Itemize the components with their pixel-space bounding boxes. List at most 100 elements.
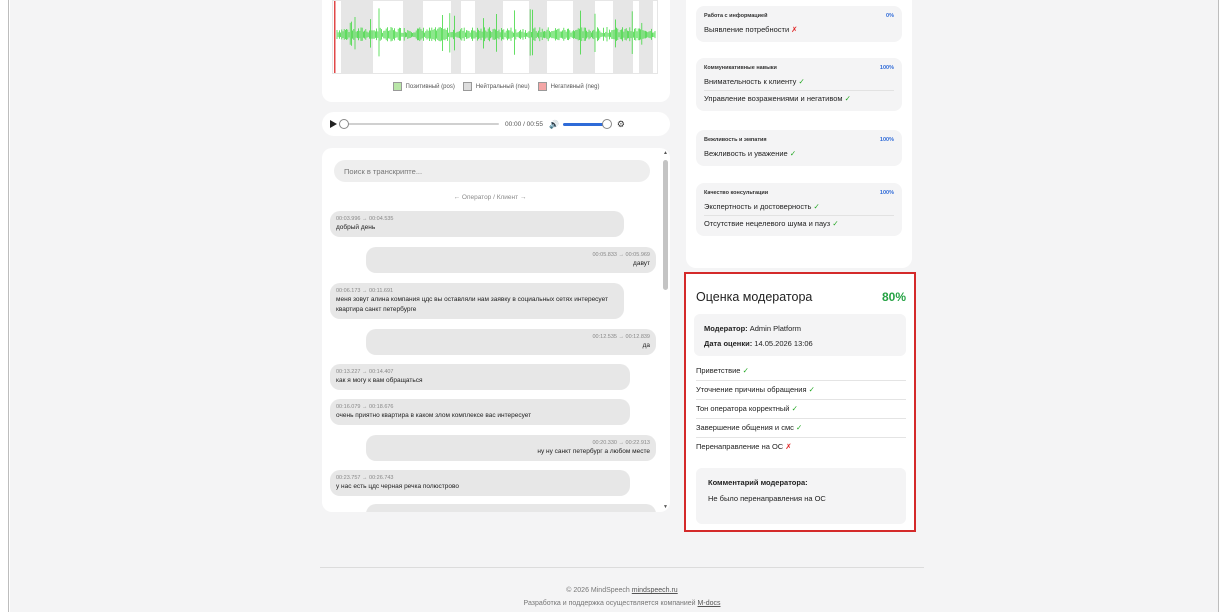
- seek-handle[interactable]: [339, 119, 349, 129]
- message-text: очень приятно квартира в каком злом комп…: [336, 412, 532, 419]
- scroll-thumb[interactable]: [663, 160, 668, 290]
- message-bubble: 00:16.079 → 00:18.676 очень приятно квар…: [330, 399, 630, 425]
- criteria-item: Управление возражениями и негативом ✓: [704, 90, 894, 107]
- moderator-checklist: Приветствие ✓ Уточнение причины обращени…: [696, 362, 906, 456]
- positive-swatch: [392, 82, 402, 91]
- message-bubble: 00:13.227 → 00:14.407 как я могу к вам о…: [330, 364, 630, 390]
- check-icon: ✓: [808, 385, 815, 394]
- footer: © 2026 MindSpeech mindspeech.ru Разработ…: [320, 584, 924, 610]
- check-icon: ✓: [832, 219, 839, 228]
- message-bubble: 00:20.330 → 00:22.913 ну ну санкт петерб…: [366, 435, 656, 461]
- moderator-comment: Комментарий модератора: Не было перенапр…: [696, 468, 906, 524]
- message-time: 00:03.996 → 00:04.535: [336, 216, 394, 222]
- criteria-panel: Работа с информацией 0% Выявление потреб…: [686, 0, 912, 268]
- seek-bar[interactable]: [339, 119, 499, 129]
- check-icon: ✓: [844, 94, 851, 103]
- volume-icon[interactable]: 🔊: [549, 120, 559, 129]
- comment-label: Комментарий модератора:: [708, 478, 808, 487]
- legend-positive-label: Позитивный (pos): [405, 83, 455, 90]
- criteria-item-label: Отсутствие нецелевого шума и пауз: [704, 219, 831, 228]
- criteria-group: Коммуникативные навыки 100% Внимательнос…: [696, 58, 902, 111]
- legend-neutral-label: Нейтральный (neu): [475, 83, 530, 90]
- direction-hint: ← Оператор / Клиент →: [453, 194, 527, 201]
- gear-icon[interactable]: ⚙: [617, 119, 625, 130]
- volume-slider[interactable]: [562, 118, 612, 129]
- moderator-evaluation-card: Оценка модератора 80% Модератор: Admin P…: [684, 272, 916, 532]
- criteria-group: Качество консультации 100% Экспертность …: [696, 183, 902, 236]
- message-time: 00:06.173 → 00:11.691: [336, 288, 394, 294]
- footer-copyright: © 2026 MindSpeech mindspeech.ru: [320, 584, 924, 597]
- criteria-item: Вежливость и уважение ✓: [704, 146, 894, 162]
- waveform-card: Позитивный (pos) Нейтральный (neu) Негат…: [322, 0, 670, 102]
- moderator-title: Оценка модератора: [696, 290, 813, 304]
- scroll-down-icon[interactable]: ▼: [663, 504, 668, 510]
- message-time: 00:05.833 → 00:05.969: [592, 252, 651, 258]
- transcript-panel: ← Оператор / Клиент → 00:03.996 → 00:04.…: [322, 148, 670, 512]
- legend-negative: Негативный (neg): [537, 82, 600, 91]
- message-text: ну ну санкт петербург а любом месте: [537, 448, 650, 455]
- criteria-group-percent: 100%: [879, 190, 894, 196]
- criteria-group-header: Работа с информацией 0%: [704, 10, 894, 22]
- checklist-item: Приветствие ✓: [696, 362, 906, 381]
- check-icon: ✓: [813, 202, 820, 211]
- window-right-border: [1218, 0, 1227, 612]
- message-time: 00:13.227 → 00:14.407: [336, 369, 394, 375]
- scroll-up-icon[interactable]: ▲: [663, 150, 668, 156]
- neutral-swatch: [462, 82, 472, 91]
- checklist-item: Завершение общения и смс ✓: [696, 419, 906, 438]
- comment-text: Не было перенаправления на ОС: [708, 494, 826, 503]
- check-icon: ✓: [791, 404, 798, 413]
- checklist-item: Перенаправление на ОС ✗: [696, 438, 906, 456]
- criteria-item-label: Управление возражениями и негативом: [704, 94, 843, 103]
- checklist-item-label: Приветствие: [696, 366, 741, 375]
- footer-divider: [320, 567, 924, 568]
- negative-swatch: [537, 82, 547, 91]
- date-label: Дата оценки:: [704, 339, 753, 348]
- moderator-header: Оценка модератора 80%: [696, 290, 906, 304]
- cross-icon: ✗: [791, 25, 798, 34]
- criteria-item: Выявление потребности ✗: [704, 22, 894, 38]
- criteria-group-title: Качество консультации: [704, 190, 769, 196]
- transcript-search-input[interactable]: [334, 160, 650, 182]
- message-bubble-partial: [366, 504, 656, 512]
- message-time: 00:12.535 → 00:12.839: [592, 334, 651, 340]
- cross-icon: ✗: [785, 442, 792, 451]
- message-text: добрый день: [336, 224, 376, 231]
- transcript-scrollbar[interactable]: ▲ ▼: [662, 148, 670, 512]
- mindspeech-link[interactable]: mindspeech.ru: [632, 587, 678, 594]
- moderator-name: Admin Platform: [749, 324, 802, 333]
- time-display: 00:00 / 00:55: [505, 120, 543, 128]
- audio-player: 00:00 / 00:55 🔊 ⚙: [322, 112, 670, 136]
- playhead-marker: [334, 1, 336, 73]
- mdocs-link[interactable]: M-docs: [698, 600, 721, 607]
- waveform-graphic: [334, 1, 656, 73]
- criteria-group-title: Работа с информацией: [704, 13, 768, 19]
- criteria-group: Вежливость и эмпатия 100% Вежливость и у…: [696, 130, 902, 166]
- moderator-row: Модератор: Admin Platform: [704, 321, 896, 336]
- criteria-group-header: Коммуникативные навыки 100%: [704, 62, 894, 74]
- criteria-group-header: Качество консультации 100%: [704, 187, 894, 199]
- check-icon: ✓: [742, 366, 749, 375]
- volume-handle[interactable]: [601, 118, 612, 129]
- waveform[interactable]: [332, 0, 658, 74]
- message-bubble: 00:06.173 → 00:11.691 меня зовут алина к…: [330, 283, 624, 319]
- message-text: меня зовут алина компания цдс вы оставля…: [336, 296, 608, 313]
- message-text: давут: [633, 260, 650, 267]
- message-bubble: 00:12.535 → 00:12.839 да: [366, 329, 656, 355]
- criteria-item-label: Внимательность к клиенту: [704, 77, 797, 86]
- checklist-item: Тон оператора корректный ✓: [696, 400, 906, 419]
- checklist-item-label: Завершение общения и смс: [696, 423, 794, 432]
- checklist-item-label: Перенаправление на ОС: [696, 442, 784, 451]
- neutral-segment: [639, 1, 653, 73]
- play-icon[interactable]: [330, 120, 337, 128]
- checklist-item-label: Тон оператора корректный: [696, 404, 790, 413]
- message-time: 00:20.330 → 00:22.913: [592, 440, 651, 446]
- message-text: как я могу к вам обращаться: [336, 377, 423, 384]
- legend-negative-label: Негативный (neg): [550, 83, 600, 90]
- criteria-item-label: Вежливость и уважение: [704, 149, 788, 158]
- footer-copyright-text: © 2026 MindSpeech: [566, 587, 632, 594]
- criteria-group-percent: 100%: [879, 65, 894, 71]
- sentiment-legend: Позитивный (pos) Нейтральный (neu) Негат…: [322, 82, 670, 91]
- moderator-score: 80%: [881, 290, 906, 304]
- message-time: 00:16.079 → 00:18.676: [336, 404, 394, 410]
